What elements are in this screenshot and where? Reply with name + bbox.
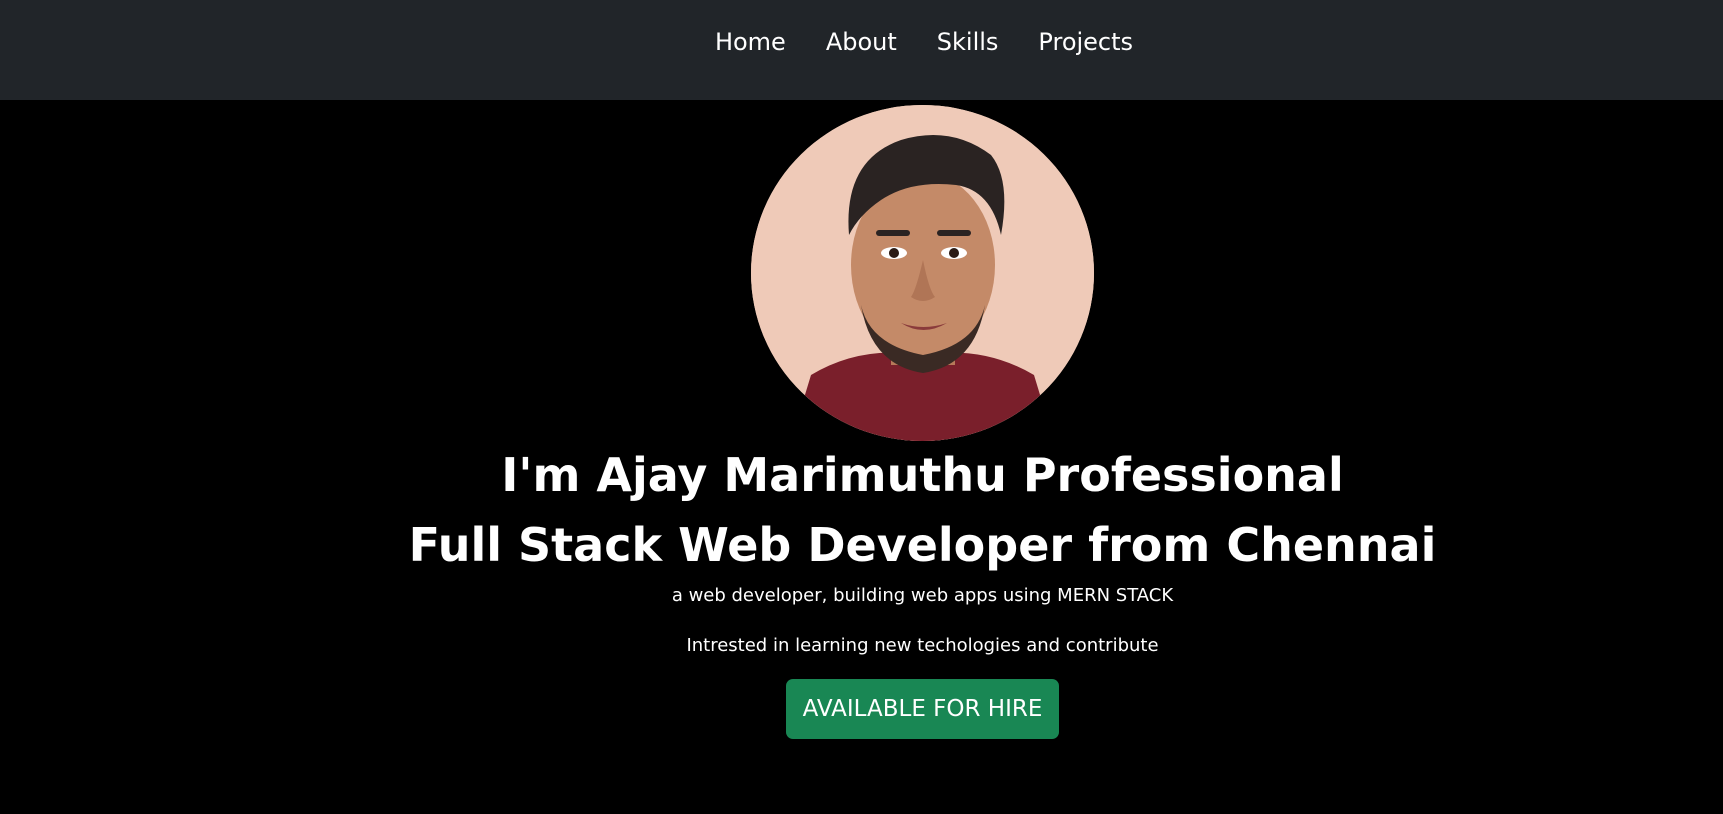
available-for-hire-button[interactable]: AVAILABLE FOR HIRE xyxy=(786,679,1059,739)
hero-headline-line2: Full Stack Web Developer from Chennai xyxy=(408,518,1437,572)
hero-tagline: a web developer, building web apps using… xyxy=(671,585,1174,606)
top-navbar: Home About Skills Projects xyxy=(0,0,1723,100)
profile-photo xyxy=(751,105,1094,441)
hero-section: I'm Ajay Marimuthu Professional Full Sta… xyxy=(0,100,1723,814)
nav-projects-link[interactable]: Projects xyxy=(1038,26,1133,58)
hero-headline-line1: I'm Ajay Marimuthu Professional xyxy=(501,448,1344,502)
nav-home-link[interactable]: Home xyxy=(715,26,786,58)
hero-interest-text: Intrested in learning new techologies an… xyxy=(686,635,1159,656)
nav-skills-link[interactable]: Skills xyxy=(937,26,999,58)
profile-photo-illustration xyxy=(751,105,1094,441)
nav-links: Home About Skills Projects xyxy=(0,26,1723,58)
nav-about-link[interactable]: About xyxy=(826,26,897,58)
hero-headline: I'm Ajay Marimuthu Professional Full Sta… xyxy=(0,440,1723,580)
